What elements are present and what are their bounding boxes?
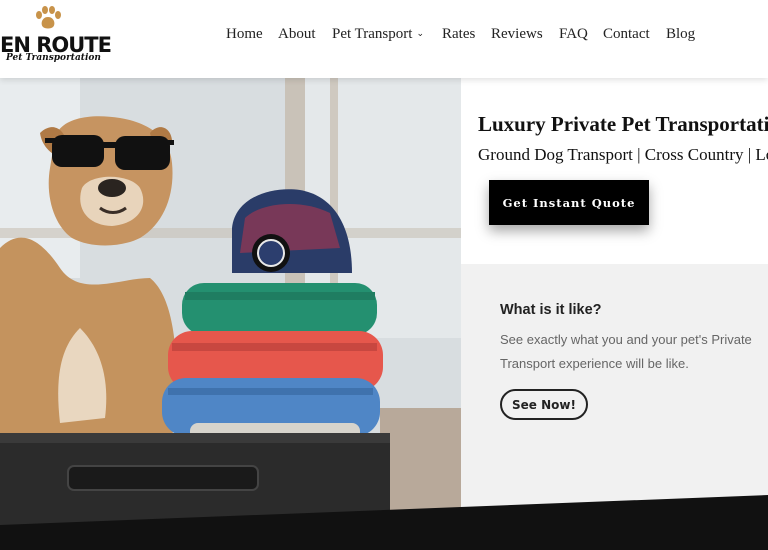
nav-blog[interactable]: Blog: [666, 26, 695, 43]
logo-tagline: Pet Transportation: [6, 53, 101, 63]
bottom-divider: [0, 495, 768, 550]
nav-pet-transport[interactable]: Pet Transport ⌄: [332, 26, 424, 43]
hero-subtitle: Ground Dog Transport | Cross Country | L…: [478, 145, 768, 164]
see-now-button[interactable]: See Now!: [500, 389, 588, 420]
hero-title: Luxury Private Pet Transportation: [478, 112, 768, 136]
hero-illustration: [0, 78, 461, 550]
nav-faq[interactable]: FAQ: [559, 26, 588, 43]
nav-home[interactable]: Home: [226, 26, 263, 43]
site-header: EN ROUTE Pet Transportation Home About P…: [0, 0, 768, 78]
info-text: See exactly what you and your pet's Priv…: [500, 332, 752, 371]
nav-reviews[interactable]: Reviews: [491, 26, 543, 43]
nav-pet-transport-label: Pet Transport: [332, 26, 413, 42]
get-instant-quote-button[interactable]: Get Instant Quote: [489, 180, 649, 225]
logo[interactable]: EN ROUTE Pet Transportation: [0, 6, 112, 66]
hero-text-panel: Luxury Private Pet Transportation Ground…: [461, 78, 768, 264]
nav-rates[interactable]: Rates: [442, 26, 475, 43]
paw-logo-icon: [36, 6, 61, 29]
hero-image: [0, 78, 461, 550]
info-heading: What is it like?: [500, 302, 602, 318]
chevron-down-icon: ⌄: [416, 28, 424, 38]
nav-contact[interactable]: Contact: [603, 26, 650, 43]
nav-about[interactable]: About: [278, 26, 316, 43]
